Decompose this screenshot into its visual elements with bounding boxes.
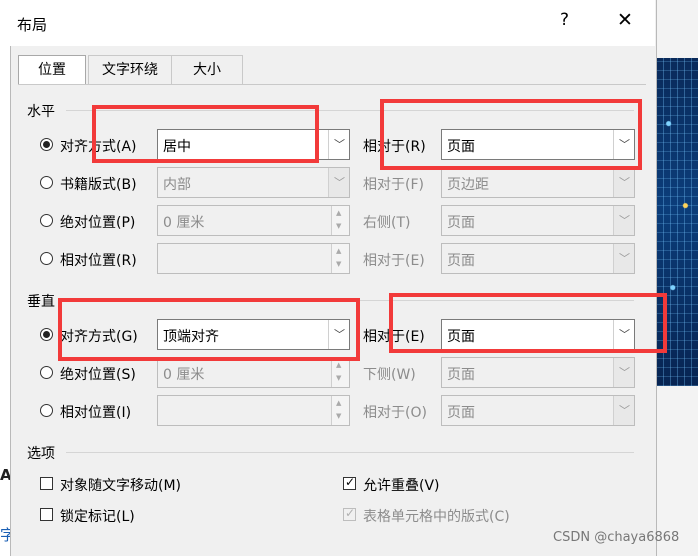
h-absolute-radio[interactable] xyxy=(40,214,53,227)
tab-text-wrapping[interactable]: 文字环绕 xyxy=(88,55,172,85)
move-with-text-checkbox[interactable] xyxy=(40,477,53,490)
layout-in-cell-label: 表格单元格中的版式(C) xyxy=(363,509,510,525)
tab-position[interactable]: 位置 xyxy=(18,55,86,85)
v-absolute-relative-select[interactable]: 页面 ﹀ xyxy=(441,357,635,388)
h-book-relative-value: 页边距 xyxy=(447,177,489,193)
move-with-text-label: 对象随文字移动(M) xyxy=(60,478,182,494)
h-book-layout-radio[interactable] xyxy=(40,176,53,189)
h-book-relative-select[interactable]: 页边距 ﹀ xyxy=(441,167,635,198)
annotation-box-v-relative xyxy=(389,293,667,353)
h-book-relative-label: 相对于(F) xyxy=(363,177,424,193)
annotation-box-h-relative xyxy=(380,99,642,170)
v-relative-position-spinner[interactable]: ▲ ▼ xyxy=(157,395,350,426)
close-button[interactable]: ✕ xyxy=(617,9,633,31)
horizontal-group-label: 水平 xyxy=(27,104,55,120)
h-absolute-value: 0 厘米 xyxy=(163,215,205,231)
h-relpos-relative-value: 页面 xyxy=(447,253,475,269)
v-absolute-label: 绝对位置(S) xyxy=(60,367,136,383)
checkmark-icon: ✓ xyxy=(345,506,356,520)
lock-anchor-label: 锁定标记(L) xyxy=(60,509,135,525)
v-relpos-relative-value: 页面 xyxy=(447,405,475,421)
chevron-down-icon: ﹀ xyxy=(334,176,345,189)
dialog-title: 布局 xyxy=(17,16,48,34)
annotation-box-h-align xyxy=(92,105,319,163)
v-relative-position-radio[interactable] xyxy=(40,404,53,417)
h-book-layout-select[interactable]: 内部 ﹀ xyxy=(157,167,350,198)
help-button[interactable]: ? xyxy=(560,10,569,30)
spin-up-icon[interactable]: ▲ xyxy=(336,209,341,217)
h-absolute-spinner[interactable]: 0 厘米 ▲ ▼ xyxy=(157,205,350,236)
v-align-radio[interactable] xyxy=(40,328,53,341)
spin-down-icon[interactable]: ▼ xyxy=(336,260,341,268)
spin-down-icon[interactable]: ▼ xyxy=(336,222,341,230)
h-book-layout-value: 内部 xyxy=(163,177,191,193)
chevron-down-icon: ﹀ xyxy=(334,138,345,151)
options-group-line xyxy=(66,452,634,453)
v-absolute-value: 0 厘米 xyxy=(163,367,205,383)
title-bar xyxy=(10,0,655,46)
allow-overlap-label: 允许重叠(V) xyxy=(363,478,440,494)
vertical-group-label: 垂直 xyxy=(27,294,55,310)
h-relative-position-label: 相对位置(R) xyxy=(60,253,137,269)
h-absolute-label: 绝对位置(P) xyxy=(60,215,136,231)
v-relative-position-label: 相对位置(I) xyxy=(60,405,132,421)
v-absolute-relative-value: 页面 xyxy=(447,367,475,383)
h-book-layout-label: 书籍版式(B) xyxy=(60,177,137,193)
spin-down-icon[interactable]: ▼ xyxy=(336,412,341,420)
h-absolute-relative-label: 右侧(T) xyxy=(363,215,411,231)
spin-up-icon[interactable]: ▲ xyxy=(336,399,341,407)
chevron-down-icon: ﹀ xyxy=(619,176,630,189)
spin-up-icon[interactable]: ▲ xyxy=(336,247,341,255)
v-absolute-radio[interactable] xyxy=(40,366,53,379)
options-group-label: 选项 xyxy=(27,446,55,462)
h-relpos-relative-label: 相对于(E) xyxy=(363,253,425,269)
watermark: CSDN @chaya6868 xyxy=(553,530,680,545)
h-relative-position-radio[interactable] xyxy=(40,252,53,265)
v-relpos-relative-label: 相对于(O) xyxy=(363,405,427,421)
v-relpos-relative-select[interactable]: 页面 ﹀ xyxy=(441,395,635,426)
h-relative-position-spinner[interactable]: ▲ ▼ xyxy=(157,243,350,274)
spin-up-icon[interactable]: ▲ xyxy=(336,361,341,369)
allow-overlap-checkbox[interactable]: ✓ xyxy=(343,475,356,490)
spin-down-icon[interactable]: ▼ xyxy=(336,374,341,382)
lock-anchor-checkbox[interactable] xyxy=(40,508,53,521)
h-absolute-relative-value: 页面 xyxy=(447,215,475,231)
v-absolute-relative-label: 下侧(W) xyxy=(363,367,416,383)
chevron-down-icon: ﹀ xyxy=(619,366,630,379)
chevron-down-icon: ﹀ xyxy=(619,404,630,417)
h-align-radio[interactable] xyxy=(40,138,53,151)
chevron-down-icon: ﹀ xyxy=(619,252,630,265)
h-absolute-relative-select[interactable]: 页面 ﹀ xyxy=(441,205,635,236)
tab-size[interactable]: 大小 xyxy=(171,55,243,85)
layout-in-cell-checkbox[interactable]: ✓ xyxy=(343,506,356,521)
v-absolute-spinner[interactable]: 0 厘米 ▲ ▼ xyxy=(157,357,350,388)
h-relpos-relative-select[interactable]: 页面 ﹀ xyxy=(441,243,635,274)
checkmark-icon: ✓ xyxy=(345,475,356,489)
tab-divider xyxy=(18,84,646,85)
chevron-down-icon: ﹀ xyxy=(619,214,630,227)
annotation-box-v-align xyxy=(58,298,360,361)
